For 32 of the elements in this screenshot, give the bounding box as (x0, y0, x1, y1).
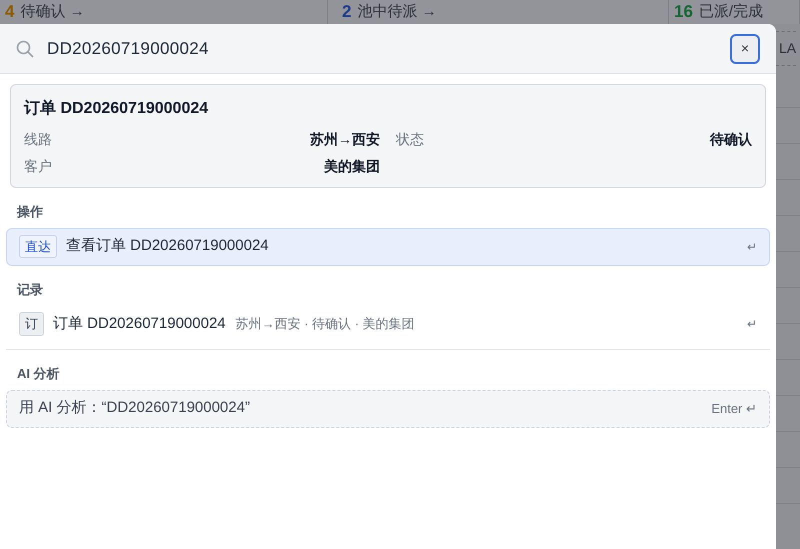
field-label: 状态 (396, 130, 424, 149)
search-bar[interactable]: DD20260719000024 × (0, 24, 776, 74)
stat-count: 4 (5, 1, 14, 24)
stat-tile[interactable]: 4 待确认 → (0, 0, 328, 24)
stat-tile[interactable]: 16 已派/完成 (669, 0, 800, 24)
section-heading: 记录 (16, 280, 44, 298)
action-option[interactable]: 直达 查看订单 DD20260719000024 ↵ (6, 228, 770, 266)
ai-analyze-option[interactable]: 用 AI 分析：“DD20260719000024” Enter ↵ (6, 390, 770, 428)
field-value: 美的集团 (324, 157, 380, 176)
field-label: 客户 (24, 157, 52, 176)
direct-tag: 直达 (19, 234, 57, 258)
order-tag: 订 (19, 312, 44, 336)
option-detail: 苏州→西安 · 待确认 · 美的集团 (236, 315, 415, 334)
section-heading: 操作 (16, 203, 44, 221)
option-title: 查看订单 DD20260719000024 (66, 236, 269, 256)
stat-label: 已派/完成 (698, 2, 764, 22)
stat-label: 池中待派 → (357, 2, 437, 22)
field-value: 待确认 (710, 130, 752, 149)
stat-count: 2 (342, 1, 352, 24)
enter-hint: ↵ (747, 316, 757, 333)
enter-hint: ↵ (747, 238, 757, 256)
search-icon (16, 40, 34, 58)
option-title: 订单 DD20260719000024 (53, 314, 226, 334)
enter-hint: Enter ↵ (711, 400, 757, 418)
stat-label: 待确认 → (20, 2, 85, 22)
preview-title: 订单 DD20260719000024 (24, 98, 210, 119)
section-heading: AI 分析 (16, 365, 61, 383)
stat-tile[interactable]: 2 池中待派 → (328, 0, 669, 24)
stat-count: 16 (674, 1, 693, 24)
field-label: 线路 (24, 130, 52, 149)
field-value: 苏州→西安 (310, 130, 380, 149)
close-button[interactable]: × (730, 34, 760, 64)
